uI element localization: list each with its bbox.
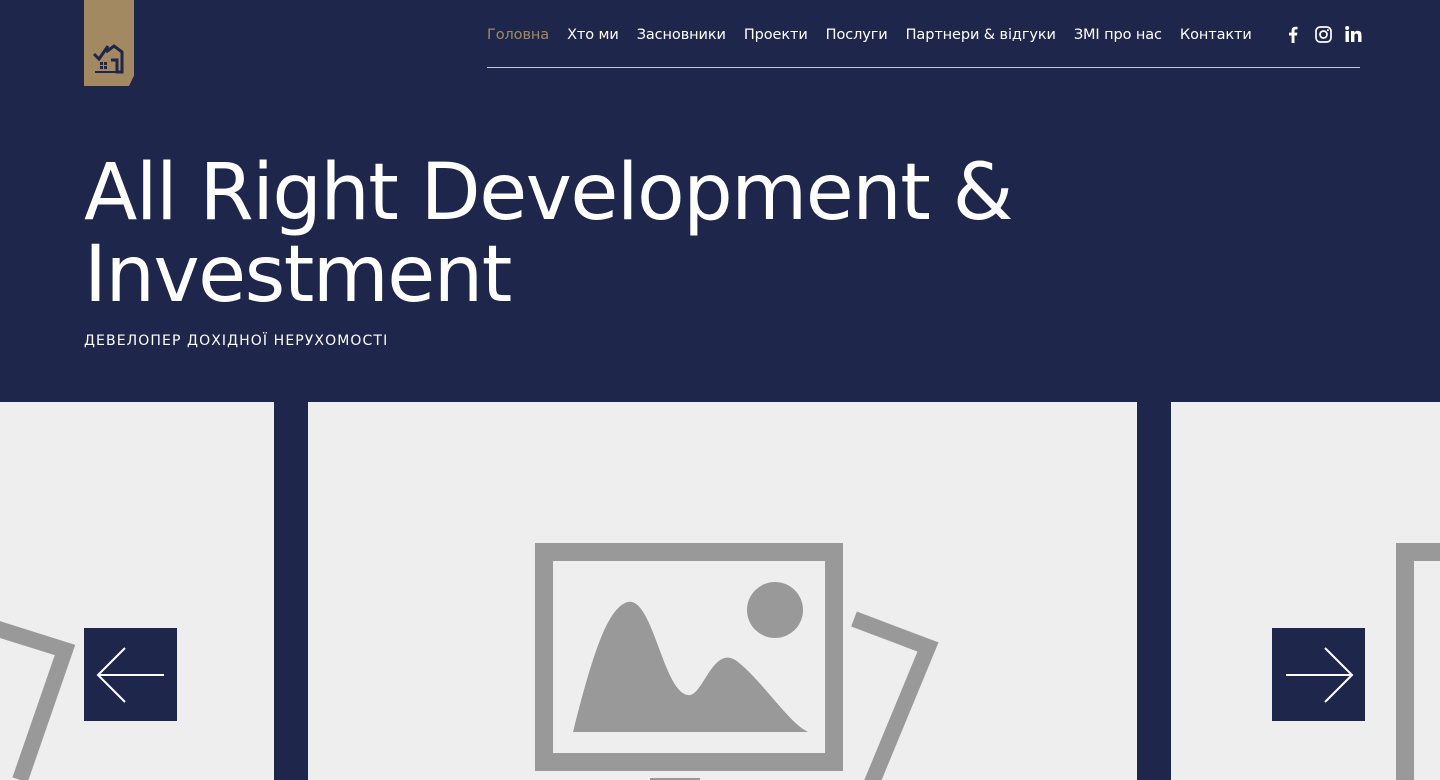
nav-item-about[interactable]: Хто ми [567,27,619,43]
linkedin-icon[interactable] [1344,25,1362,43]
carousel-slide-current[interactable] [308,402,1137,780]
main-nav: Головна Хто ми Засновники Проекти Послуг… [487,24,1270,46]
nav-item-projects[interactable]: Проекти [744,27,808,43]
carousel-prev-button[interactable] [84,628,177,721]
nav-item-home[interactable]: Головна [487,27,549,43]
image-placeholder-icon [535,543,939,780]
carousel-slide-next[interactable] [1171,402,1440,780]
carousel-next-button[interactable] [1272,628,1365,721]
site-logo[interactable] [84,0,134,86]
arrow-right-icon [1285,646,1353,703]
image-placeholder-icon [1396,543,1440,780]
arrow-left-icon [96,646,164,703]
nav-item-media[interactable]: ЗМІ про нас [1074,27,1162,43]
nav-item-services[interactable]: Послуги [826,27,888,43]
carousel-slide-prev[interactable] [0,402,274,780]
social-links [1284,25,1362,43]
image-placeholder-icon [0,621,76,780]
hero-title: All Right Development & Investment [84,148,1013,320]
nav-item-contacts[interactable]: Контакти [1180,27,1252,43]
instagram-icon[interactable] [1314,25,1332,43]
nav-item-founders[interactable]: Засновники [637,27,726,43]
nav-item-partners[interactable]: Партнери & відгуки [906,27,1056,43]
facebook-icon[interactable] [1284,25,1302,43]
nav-divider [487,67,1360,68]
house-check-icon [92,44,124,74]
hero-subtitle: ДЕВЕЛОПЕР ДОХІДНОЇ НЕРУХОМОСТІ [84,333,389,349]
